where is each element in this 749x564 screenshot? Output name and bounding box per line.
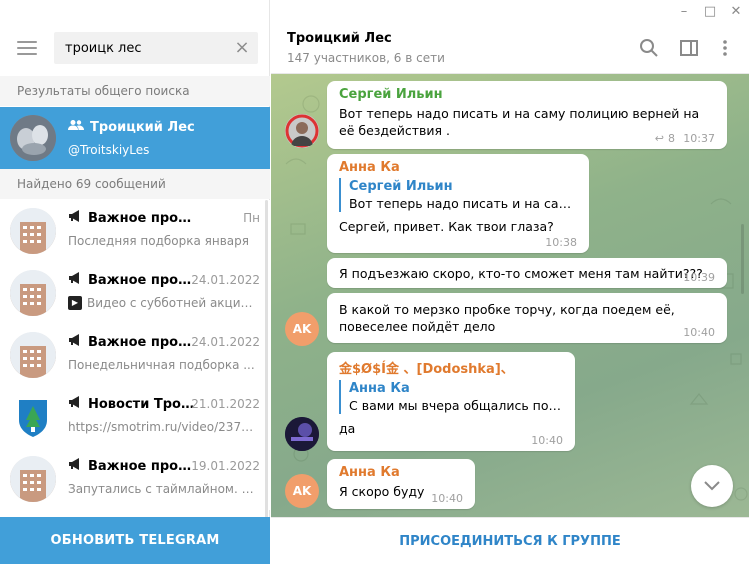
megaphone-icon (68, 458, 84, 474)
hamburger-menu-icon[interactable] (17, 41, 37, 55)
sidebar-scrollbar[interactable] (265, 200, 268, 520)
list-item-name: Новости Трои... (88, 396, 194, 412)
sidebar-topbar: × (0, 22, 270, 74)
list-item[interactable]: Важное про Т... 24.01.2022 ▶ Видео с суб… (0, 262, 270, 324)
message-sender[interactable]: Анна Ка (339, 160, 577, 175)
reply-quote[interactable]: Сергей Ильин Вот теперь надо писать и на… (339, 178, 577, 212)
list-item-date: 24.01.2022 (191, 335, 260, 349)
chat-scrollbar[interactable] (741, 224, 744, 294)
chat-messages-area[interactable]: Сергей Ильин Вот теперь надо писать и на… (271, 74, 749, 517)
message-text: В какой то мерзко пробке торчу, когда по… (339, 302, 675, 334)
global-results-header: Результаты общего поиска (0, 76, 270, 106)
channel-avatar (10, 332, 56, 378)
chat-status: 147 участников, 6 в сети (287, 51, 445, 65)
message-sender[interactable]: Анна Ка (339, 465, 463, 480)
list-item-name: Важное про Т... (88, 272, 194, 288)
list-item-date: Пн (243, 211, 260, 225)
more-options-icon[interactable] (715, 38, 735, 58)
chat-panel: Троицкий Лес 147 участников, 6 в сети Се… (271, 0, 749, 564)
chevron-down-icon (704, 481, 720, 491)
list-item-preview: Последняя подборка января (68, 234, 249, 248)
message-sender[interactable]: Сергей Ильин (339, 87, 715, 102)
group-avatar (10, 115, 56, 161)
megaphone-icon (68, 210, 84, 226)
message-time: 10:37 (683, 132, 715, 145)
message-bubble[interactable]: 金$Ø$Í金 、[Dodoshka]、 Анна Ка С вами мы вч… (327, 352, 575, 451)
reply-text: С вами мы вчера общались по п... (349, 398, 563, 413)
chat-header: Троицкий Лес 147 участников, 6 в сети (271, 22, 749, 74)
message-time: 10:39 (683, 271, 715, 284)
list-item[interactable]: Важное про Т... 19.01.2022 Запутались с … (0, 448, 270, 510)
message-bubble[interactable]: Сергей Ильин Вот теперь надо писать и на… (327, 81, 727, 149)
global-result-title: Троицкий Лес (90, 119, 195, 135)
user-avatar[interactable]: AK (285, 312, 319, 346)
channel-avatar (10, 456, 56, 502)
reply-name: Сергей Ильин (349, 179, 453, 194)
list-item[interactable]: Новости Трои... 21.01.2022 https://smotr… (0, 386, 270, 448)
list-item[interactable]: Важное про Т... 24.01.2022 Понедельнична… (0, 324, 270, 386)
join-group-button[interactable]: ПРИСОЕДИНИТЬСЯ К ГРУППЕ (271, 517, 749, 564)
message-views: ↩ 8 (654, 132, 675, 145)
message-bubble[interactable]: Анна Ка Сергей Ильин Вот теперь надо пис… (327, 154, 589, 253)
minimize-button[interactable]: – (671, 0, 697, 22)
list-item-date: 19.01.2022 (191, 459, 260, 473)
maximize-button[interactable]: □ (697, 0, 723, 22)
message-bubble[interactable]: В какой то мерзко пробке торчу, когда по… (327, 293, 727, 343)
list-item[interactable]: Важное про Троицк Пн Последняя подборка … (0, 200, 270, 262)
megaphone-icon (68, 396, 84, 412)
user-avatar[interactable]: AK (285, 474, 319, 508)
message-sender[interactable]: 金$Ø$Í金 、[Dodoshka]、 (339, 358, 563, 377)
search-icon[interactable] (639, 38, 659, 58)
city-emblem-avatar (10, 394, 56, 440)
reply-name: Анна Ка (349, 381, 410, 396)
close-button[interactable]: ✕ (723, 0, 749, 22)
reply-quote[interactable]: Анна Ка С вами мы вчера общались по п... (339, 380, 563, 414)
update-telegram-button[interactable]: ОБНОВИТЬ TELEGRAM (0, 517, 270, 564)
message-text: Я подъезжаю скоро, кто-то сможет меня та… (339, 266, 703, 281)
list-item-name: Важное про Т... (88, 458, 194, 474)
message-bubble[interactable]: Я подъезжаю скоро, кто-то сможет меня та… (327, 258, 727, 288)
group-icon (68, 119, 84, 135)
scroll-down-button[interactable] (691, 465, 733, 507)
reply-count-icon: ↩ (654, 132, 664, 145)
list-item-name: Важное про Т... (88, 334, 194, 350)
message-time: 10:40 (683, 326, 715, 339)
list-item-preview: Видео с субботней акции ... (87, 296, 258, 310)
clear-search-icon[interactable]: × (234, 39, 250, 57)
channel-avatar (10, 208, 56, 254)
search-box: × (54, 32, 258, 64)
message-text: да (339, 421, 356, 436)
user-avatar[interactable] (285, 114, 319, 148)
list-item-preview: https://smotrim.ru/video/2376... (68, 420, 258, 434)
list-item-date: 21.01.2022 (191, 397, 260, 411)
list-item-name: Важное про Троицк (88, 210, 194, 226)
user-avatar[interactable] (285, 417, 319, 451)
global-result-item[interactable]: Троицкий Лес @TroitskiyLes (0, 107, 270, 169)
message-time: 10:40 (431, 492, 463, 505)
message-time: 10:38 (545, 236, 577, 249)
global-result-username: @TroitskiyLes (68, 143, 150, 157)
message-text: Сергей, привет. Как твои глаза? (339, 219, 554, 234)
search-input[interactable] (65, 32, 225, 64)
megaphone-icon (68, 272, 84, 288)
sidebar-toggle-icon[interactable] (679, 38, 699, 58)
list-item-preview: Запутались с таймлайном. К ... (68, 482, 258, 496)
message-bubble[interactable]: Анна Ка Я скоро буду 10:40 (327, 459, 475, 509)
found-messages-header: Найдено 69 сообщений (0, 169, 270, 199)
message-time: 10:40 (531, 434, 563, 447)
reply-text: Вот теперь надо писать и на саму ... (349, 196, 577, 211)
list-item-preview: Понедельничная подборка ... (68, 358, 255, 372)
video-play-icon: ▶ (68, 296, 82, 310)
window-controls: – □ ✕ (671, 0, 749, 22)
chat-title[interactable]: Троицкий Лес (287, 31, 392, 46)
list-item-date: 24.01.2022 (191, 273, 260, 287)
sidebar: × Результаты общего поиска Троицкий Лес … (0, 0, 270, 564)
channel-avatar (10, 270, 56, 316)
megaphone-icon (68, 334, 84, 350)
